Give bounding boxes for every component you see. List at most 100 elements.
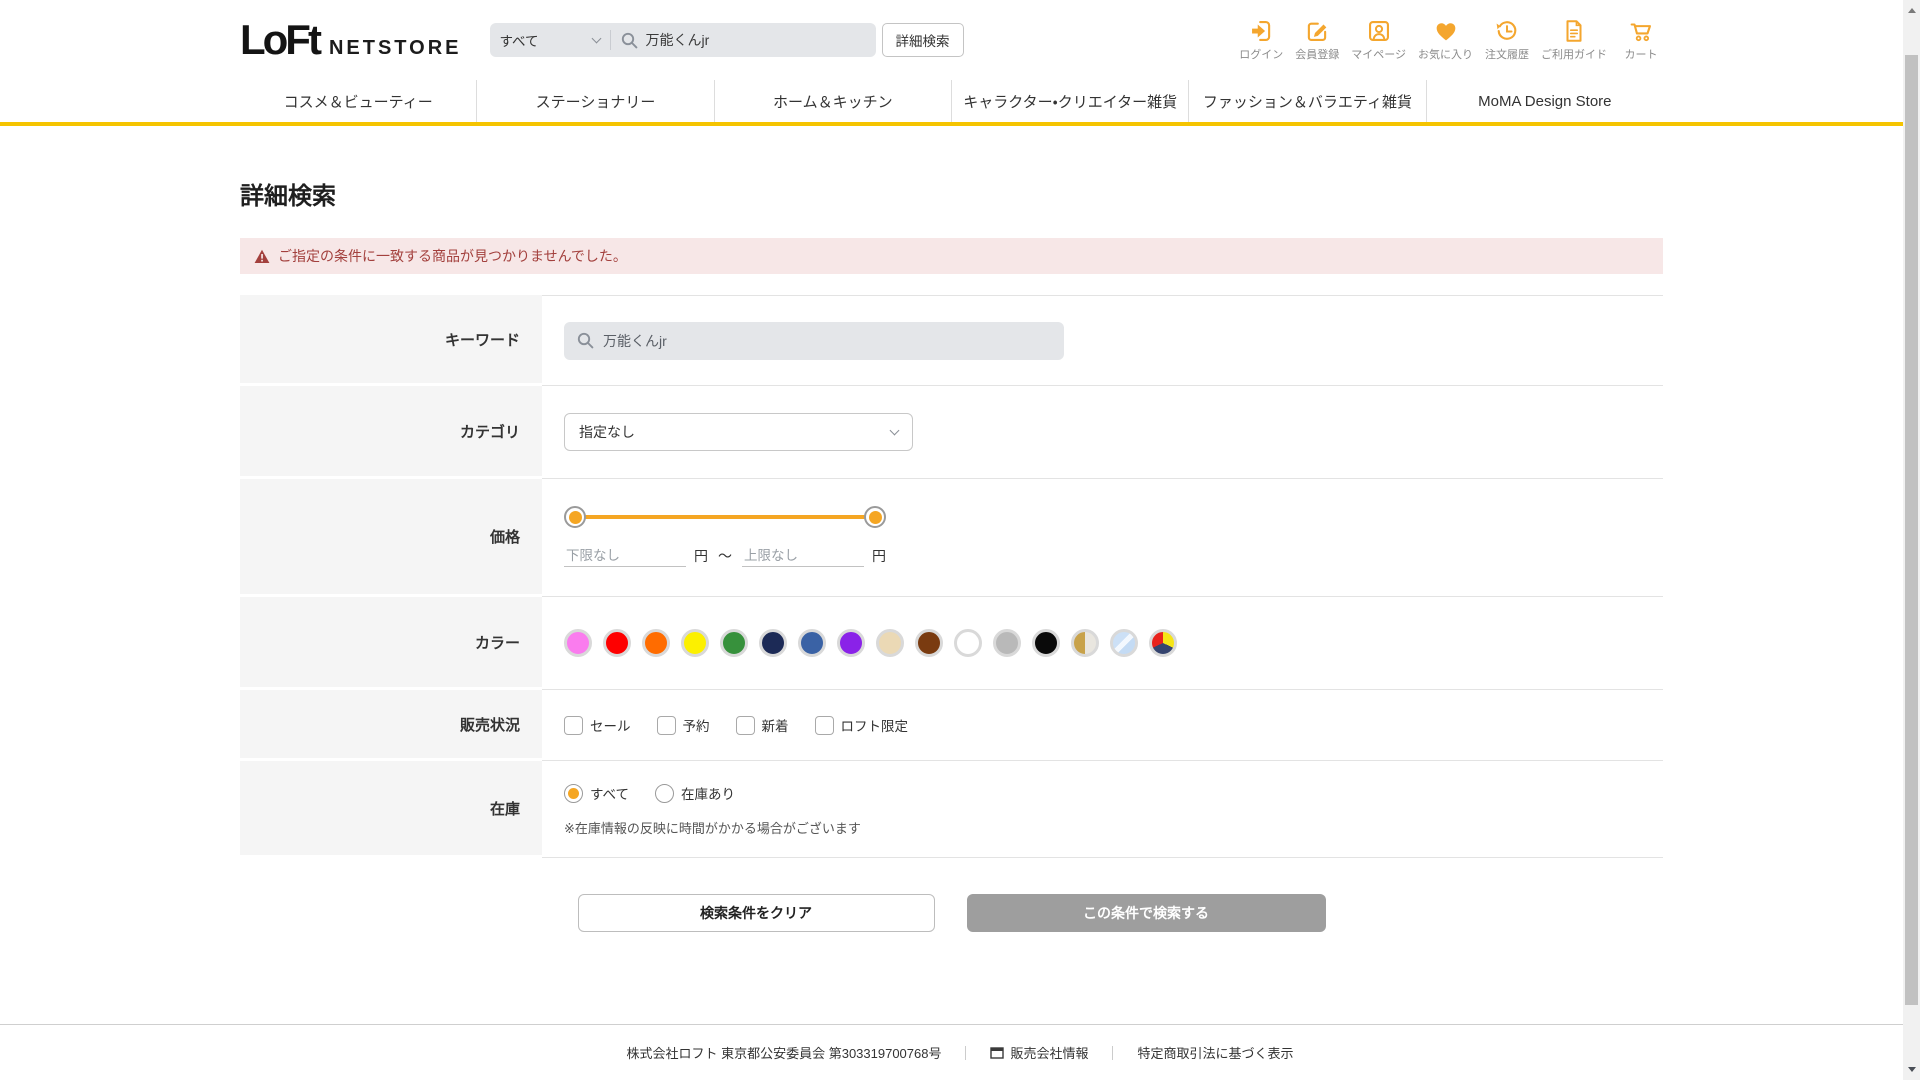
price-row-label: 価格 bbox=[240, 479, 542, 594]
color-swatch-orange[interactable] bbox=[642, 629, 670, 657]
radio-button[interactable] bbox=[655, 783, 675, 803]
nav-item-moma[interactable]: MoMA Design Store bbox=[1425, 80, 1663, 122]
chevron-down-icon bbox=[591, 33, 601, 43]
checkbox-sale[interactable]: セール bbox=[564, 715, 631, 735]
footer-divider bbox=[965, 1045, 967, 1060]
stock-row-label: 在庫 bbox=[240, 761, 542, 855]
sales-status-row-label: 販売状況 bbox=[240, 690, 542, 758]
radio-stock-all-label: すべて bbox=[590, 787, 630, 802]
nav-item-home-kitchen[interactable]: ホーム＆キッチン bbox=[713, 80, 951, 122]
color-swatch-navy[interactable] bbox=[759, 629, 787, 657]
search-submit-button[interactable]: この条件で検索する bbox=[966, 894, 1326, 932]
scroll-down-arrow[interactable] bbox=[1903, 1061, 1920, 1078]
register-link[interactable]: 会員登録 bbox=[1295, 18, 1339, 62]
category-select[interactable]: 指定なし bbox=[564, 413, 913, 451]
form-actions: 検索条件をクリア この条件で検索する bbox=[240, 894, 1663, 932]
color-row: カラー bbox=[240, 597, 1663, 690]
color-swatch-pink[interactable] bbox=[564, 629, 592, 657]
search-category-select[interactable]: すべて bbox=[499, 30, 601, 50]
mypage-link[interactable]: マイページ bbox=[1351, 18, 1406, 62]
window-icon bbox=[990, 1046, 1005, 1059]
color-swatch-beige[interactable] bbox=[876, 629, 904, 657]
color-swatch-silver[interactable] bbox=[993, 629, 1021, 657]
search-category-value: すべて bbox=[499, 34, 539, 49]
color-swatch-multicolor[interactable] bbox=[1149, 629, 1177, 657]
loft-logo[interactable]: LoFt NETSTORE bbox=[240, 19, 462, 61]
error-message-text: ご指定の条件に一致する商品が見つかりませんでした。 bbox=[278, 248, 627, 264]
price-slider-track bbox=[574, 515, 876, 519]
price-max-input[interactable] bbox=[742, 545, 864, 567]
checkbox-preorder[interactable]: 予約 bbox=[656, 715, 710, 735]
checkbox-box[interactable] bbox=[564, 715, 583, 735]
clear-conditions-button[interactable]: 検索条件をクリア bbox=[577, 894, 935, 932]
category-row: カテゴリ 指定なし bbox=[240, 386, 1663, 479]
order-history-link[interactable]: 注文履歴 bbox=[1485, 18, 1529, 62]
price-row: 価格 円 ～ 円 bbox=[240, 479, 1663, 597]
vertical-scrollbar[interactable] bbox=[1903, 0, 1920, 1080]
favorites-link[interactable]: お気に入り bbox=[1418, 18, 1473, 62]
footer-link-tokushoho[interactable]: 特定商取引法に基づく表示 bbox=[1137, 1043, 1293, 1062]
mypage-icon bbox=[1366, 18, 1392, 44]
nav-item-fashion[interactable]: ファッション＆バラエティ雑貨 bbox=[1188, 80, 1425, 122]
nav-item-stationery[interactable]: ステーショナリー bbox=[476, 80, 713, 122]
category-selected-value: 指定なし bbox=[579, 424, 635, 440]
category-row-label: カテゴリ bbox=[240, 386, 542, 476]
color-swatch-purple[interactable] bbox=[837, 629, 865, 657]
checkbox-box[interactable] bbox=[656, 715, 676, 735]
scrollbar-thumb[interactable] bbox=[1905, 55, 1918, 1005]
radio-stock-all[interactable]: すべて bbox=[564, 783, 629, 803]
keyword-input[interactable]: 万能くんjr bbox=[564, 321, 1064, 360]
nav-item-cosme[interactable]: コスメ＆ビューティー bbox=[240, 80, 476, 122]
header-quick-links: ログイン 会員登録 マイページ お気に入り 注文履歴 ご利用ガイド カート bbox=[1239, 18, 1663, 62]
color-swatches bbox=[564, 629, 1177, 657]
radio-stock-available[interactable]: 在庫あり bbox=[655, 783, 735, 803]
heart-icon bbox=[1433, 18, 1459, 44]
search-input[interactable]: 万能くんjr bbox=[646, 30, 710, 50]
color-swatch-white[interactable] bbox=[954, 629, 982, 657]
category-row-field: 指定なし bbox=[542, 386, 1663, 479]
sales-status-row-field: セール 予約 新着 ロフト限定 bbox=[542, 690, 1663, 761]
checkbox-loft-exclusive[interactable]: ロフト限定 bbox=[814, 715, 908, 735]
checkbox-box[interactable] bbox=[735, 715, 755, 735]
advanced-search-button[interactable]: 詳細検索 bbox=[881, 23, 964, 57]
color-swatch-clear[interactable] bbox=[1110, 629, 1138, 657]
color-swatch-green[interactable] bbox=[720, 629, 748, 657]
price-min-unit: 円 bbox=[694, 548, 708, 564]
keyword-row-field: 万能くんjr bbox=[542, 295, 1663, 386]
checkbox-preorder-label: 予約 bbox=[682, 719, 710, 734]
nav-item-character[interactable]: キャラクター・クリエイター雑貨 bbox=[950, 80, 1188, 122]
checkbox-box[interactable] bbox=[814, 715, 834, 735]
login-link[interactable]: ログイン bbox=[1239, 18, 1283, 62]
price-range-slider[interactable] bbox=[564, 506, 886, 528]
header-search-bar[interactable]: すべて 万能くんjr bbox=[489, 23, 876, 57]
price-slider-handle-max[interactable] bbox=[864, 506, 886, 528]
footer-link-seller-info[interactable]: 販売会社情報 bbox=[990, 1043, 1088, 1062]
color-swatch-red[interactable] bbox=[603, 629, 631, 657]
color-swatch-brown[interactable] bbox=[915, 629, 943, 657]
site-header: LoFt NETSTORE すべて 万能くんjr 詳細検索 ログイン 会員登録 … bbox=[0, 0, 1920, 126]
site-footer: 株式会社ロフト 東京都公安委員会 第303319700768号 販売会社情報 特… bbox=[0, 1024, 1920, 1080]
price-row-field: 円 ～ 円 bbox=[542, 479, 1663, 597]
price-min-input[interactable] bbox=[564, 545, 686, 567]
order-history-icon bbox=[1494, 18, 1520, 44]
scroll-up-arrow[interactable] bbox=[1903, 2, 1920, 19]
radio-button-selected[interactable] bbox=[564, 783, 583, 803]
color-swatch-blue[interactable] bbox=[798, 629, 826, 657]
main-nav: コスメ＆ビューティー ステーショナリー ホーム＆キッチン キャラクター・クリエイ… bbox=[240, 80, 1663, 122]
login-label: ログイン bbox=[1239, 49, 1284, 61]
price-separator: ～ bbox=[718, 548, 732, 564]
order-history-label: 注文履歴 bbox=[1485, 49, 1529, 61]
search-icon bbox=[621, 32, 638, 49]
price-slider-handle-min[interactable] bbox=[564, 506, 586, 528]
guide-link[interactable]: ご利用ガイド bbox=[1541, 18, 1607, 62]
color-swatch-black[interactable] bbox=[1032, 629, 1060, 657]
cart-link[interactable]: カート bbox=[1619, 18, 1663, 62]
footer-link-seller-info-label: 販売会社情報 bbox=[1010, 1046, 1089, 1061]
color-swatch-gold-silver[interactable] bbox=[1071, 629, 1099, 657]
page-title: 詳細検索 bbox=[240, 183, 336, 210]
header-top: LoFt NETSTORE すべて 万能くんjr 詳細検索 ログイン 会員登録 … bbox=[240, 0, 1663, 80]
checkbox-new[interactable]: 新着 bbox=[735, 715, 789, 735]
mypage-label: マイページ bbox=[1351, 49, 1406, 61]
color-swatch-yellow[interactable] bbox=[681, 629, 709, 657]
sales-status-options: セール 予約 新着 ロフト限定 bbox=[564, 715, 908, 735]
